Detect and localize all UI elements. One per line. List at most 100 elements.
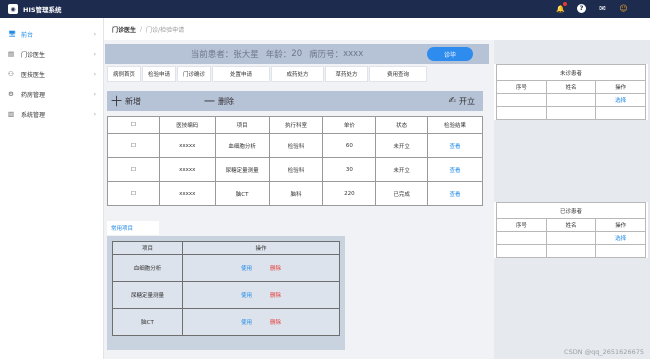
app-title: HIS管理系统: [23, 6, 62, 14]
tab-bar: 病例首页 检验申请 门诊确诊 处置申请 成药处方 草药处方 费用查询: [107, 66, 428, 82]
view-result-link[interactable]: 查看: [450, 192, 461, 198]
chevron-right-icon: ›: [93, 30, 96, 38]
table-row: [496, 106, 646, 120]
patient-list-panel: 未诊患者 序号 姓名 操作 选择 已诊患者 序号 姓名 操作 选择: [494, 40, 650, 359]
select-all-checkbox[interactable]: ☐: [107, 116, 160, 134]
delete-button[interactable]: 删除: [270, 293, 281, 299]
select-link[interactable]: 选择: [615, 236, 626, 242]
row-checkbox[interactable]: ☐: [107, 181, 160, 206]
breadcrumb-separator: /: [140, 25, 143, 33]
chevron-right-icon: ›: [93, 110, 96, 118]
column-header: 检验结果: [427, 116, 483, 134]
delete-button[interactable]: 一 删除: [204, 96, 234, 107]
cell-price: 60: [322, 133, 377, 158]
open-button[interactable]: ✍ 开立: [448, 96, 475, 107]
delete-button[interactable]: 删除: [270, 320, 281, 326]
sign-icon: ✍: [448, 95, 456, 106]
tab-case-home[interactable]: 病例首页: [107, 66, 141, 82]
cell-name: [545, 106, 597, 120]
sidebar-item-label: 药房管理: [21, 91, 46, 99]
gear-icon: ⚙: [8, 90, 14, 98]
plus-icon: 十: [111, 94, 122, 108]
exam-request-table: ☐ 医技编码 项目 执行科室 单价 状态 检验结果 ☐ xxxxx 血细胞分析 …: [107, 116, 483, 206]
frequent-items-panel: 项目 操作 血细胞分析 使用 删除 尿糖定量测量 使用 删除 脑CT 使用 删除: [107, 236, 345, 350]
cell-name: [545, 244, 597, 258]
delete-button[interactable]: 删除: [270, 266, 281, 272]
sidebar-item-pharmacy[interactable]: ⚙ 药房管理 ›: [0, 84, 103, 104]
record-number: xxxx: [343, 49, 364, 59]
table-row: 选择: [496, 93, 646, 107]
open-label: 开立: [459, 96, 475, 106]
briefcase-icon: ▤: [8, 50, 15, 58]
row-checkbox[interactable]: ☐: [107, 133, 160, 158]
table-row: 血细胞分析 使用 删除: [112, 254, 340, 282]
current-patient-bar: 当前患者： 张大星 年龄： 20 病历号： xxxx 诊毕: [105, 44, 489, 64]
cell-dept: 脑科: [268, 181, 324, 206]
tab-fee-query[interactable]: 费用查询: [369, 66, 427, 82]
table-row: 脑CT 使用 删除: [112, 308, 340, 336]
table-row: 尿糖定量测量 使用 删除: [112, 281, 340, 309]
cell-op: [595, 244, 646, 258]
cell-status: 已完成: [375, 181, 429, 206]
sidebar-item-medtech-doctor[interactable]: ⚇ 医技医生 ›: [0, 64, 103, 84]
table-header-row: 项目 操作: [112, 241, 340, 255]
table-header-row: ☐ 医技编码 项目 执行科室 单价 状态 检验结果: [107, 116, 483, 134]
pending-patients-box: 未诊患者 序号 姓名 操作 选择: [494, 64, 648, 120]
toolbar: 十 新增 一 删除 ✍ 开立: [107, 91, 483, 111]
tab-disposal-request[interactable]: 处置申请: [212, 66, 270, 82]
sidebar-item-outpatient-doctor[interactable]: ▤ 门诊医生 ›: [0, 44, 103, 64]
mail-icon[interactable]: ✉: [598, 4, 607, 13]
view-result-link[interactable]: 查看: [450, 144, 461, 150]
table-row: ☐ xxxxx 血细胞分析 检验科 60 未开立 查看: [107, 133, 483, 158]
help-icon[interactable]: ?: [577, 4, 586, 13]
minus-icon: 一: [204, 94, 215, 108]
table-row: ☐ xxxxx 脑CT 脑科 220 已完成 查看: [107, 181, 483, 206]
tab-patent-prescription[interactable]: 成药处方: [271, 66, 324, 82]
breadcrumb-root[interactable]: 门诊医生: [112, 25, 136, 34]
table-row: ☐ xxxxx 尿糖定量测量 检验科 30 未开立 查看: [107, 157, 483, 182]
add-button[interactable]: 十 新增: [111, 96, 141, 107]
sidebar-item-label: 门诊医生: [21, 51, 46, 59]
patient-name: 张大星: [233, 50, 259, 60]
sidebar-item-system[interactable]: ▥ 系统管理 ›: [0, 104, 103, 124]
row-checkbox[interactable]: ☐: [107, 157, 160, 182]
user-avatar-icon[interactable]: ☺: [619, 4, 628, 13]
bell-icon[interactable]: 🔔: [556, 2, 567, 13]
monitor-icon: 🖥: [8, 30, 17, 38]
table-header-row: 序号 姓名 操作: [496, 218, 646, 232]
column-header: 状态: [375, 116, 429, 134]
cell-item: 尿糖定量测量: [214, 157, 270, 182]
column-header: 操作: [595, 80, 646, 94]
use-button[interactable]: 使用: [241, 293, 252, 299]
cell-item: 脑CT: [214, 181, 270, 206]
tab-herbal-prescription[interactable]: 草药处方: [325, 66, 368, 82]
cell-dept: 检验科: [268, 157, 324, 182]
cell-seq: [496, 93, 547, 107]
cell-code: xxxxx: [158, 157, 216, 182]
sidebar-item-label: 医技医生: [21, 71, 46, 79]
sidebar-item-label: 前台: [21, 31, 34, 39]
cell-status: 未开立: [375, 157, 429, 182]
table-header-row: 序号 姓名 操作: [496, 80, 646, 94]
visit-done-button[interactable]: 诊毕: [427, 47, 473, 61]
tab-outpatient-diagnosis[interactable]: 门诊确诊: [177, 66, 211, 82]
breadcrumb-current: 门诊/检验申请: [146, 26, 185, 34]
cell-code: xxxxx: [158, 181, 216, 206]
column-header: 项目: [112, 241, 183, 255]
cell-dept: 检验科: [268, 133, 324, 158]
tab-exam-request[interactable]: 检验申请: [142, 66, 176, 82]
pending-patients-title: 未诊患者: [496, 64, 646, 80]
done-patients-table: 序号 姓名 操作 选择: [496, 218, 646, 258]
patient-age: 20: [291, 49, 303, 59]
view-result-link[interactable]: 查看: [450, 168, 461, 174]
select-link[interactable]: 选择: [615, 98, 626, 104]
use-button[interactable]: 使用: [241, 266, 252, 272]
sidebar-item-label: 系统管理: [21, 111, 46, 119]
sidebar-item-front-desk[interactable]: 🖥 前台 ›: [0, 24, 103, 44]
done-patients-title: 已诊患者: [496, 202, 646, 218]
column-header: 姓名: [545, 218, 597, 232]
sidebar: 🖥 前台 › ▤ 门诊医生 › ⚇ 医技医生 › ⚙ 药房管理 › ▥ 系统管理…: [0, 18, 104, 359]
column-header: 序号: [496, 80, 547, 94]
frequent-items-tab[interactable]: 常用项目: [107, 221, 159, 235]
use-button[interactable]: 使用: [241, 320, 252, 326]
